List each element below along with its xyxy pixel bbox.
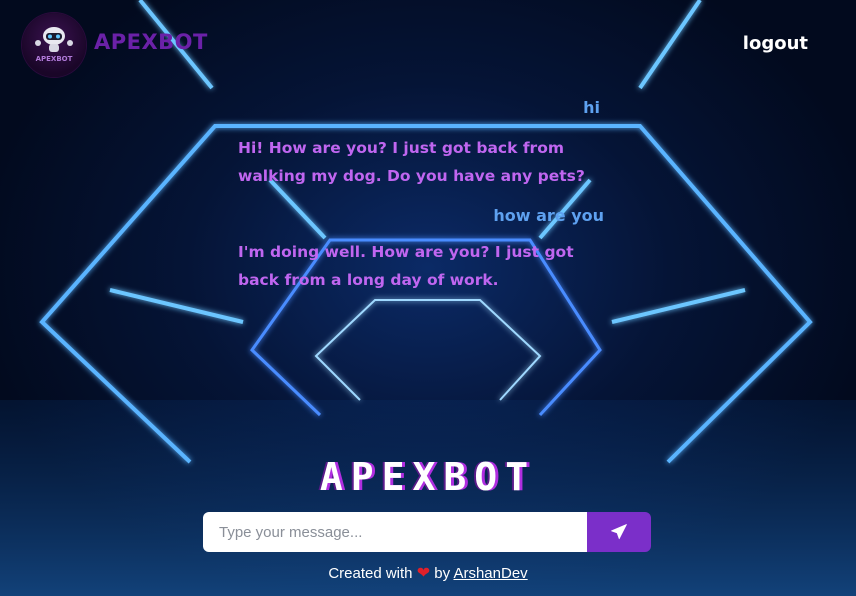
user-message: how are you [493,206,604,225]
chat-window: hi Hi! How are you? I just got back from… [238,96,604,294]
logout-link[interactable]: logout [743,33,808,54]
author-link[interactable]: ArshanDev [453,565,527,582]
logo-text: APEXBOT [35,55,73,63]
heart-icon: ❤ [416,565,431,582]
paper-plane-icon [611,524,627,540]
neon-tunnel-graphic [0,0,856,596]
brand-name: APEXBOT [94,30,208,54]
message-input[interactable] [203,512,587,552]
bot-message: I'm doing well. How are you? I just got … [238,243,574,289]
bot-message: Hi! How are you? I just got back from wa… [238,139,585,185]
apexbot-title: APEXBOT [319,455,537,499]
footer: Created with ❤ by ArshanDev [0,563,856,583]
robot-icon [35,27,73,52]
footer-prefix: Created with [328,565,413,582]
apexbot-logo: APEXBOT [22,13,86,77]
neon-tunnel-background [0,0,856,596]
footer-by: by [434,565,451,582]
user-message: hi [583,98,600,117]
send-button[interactable] [587,512,651,552]
message-form [203,512,651,552]
